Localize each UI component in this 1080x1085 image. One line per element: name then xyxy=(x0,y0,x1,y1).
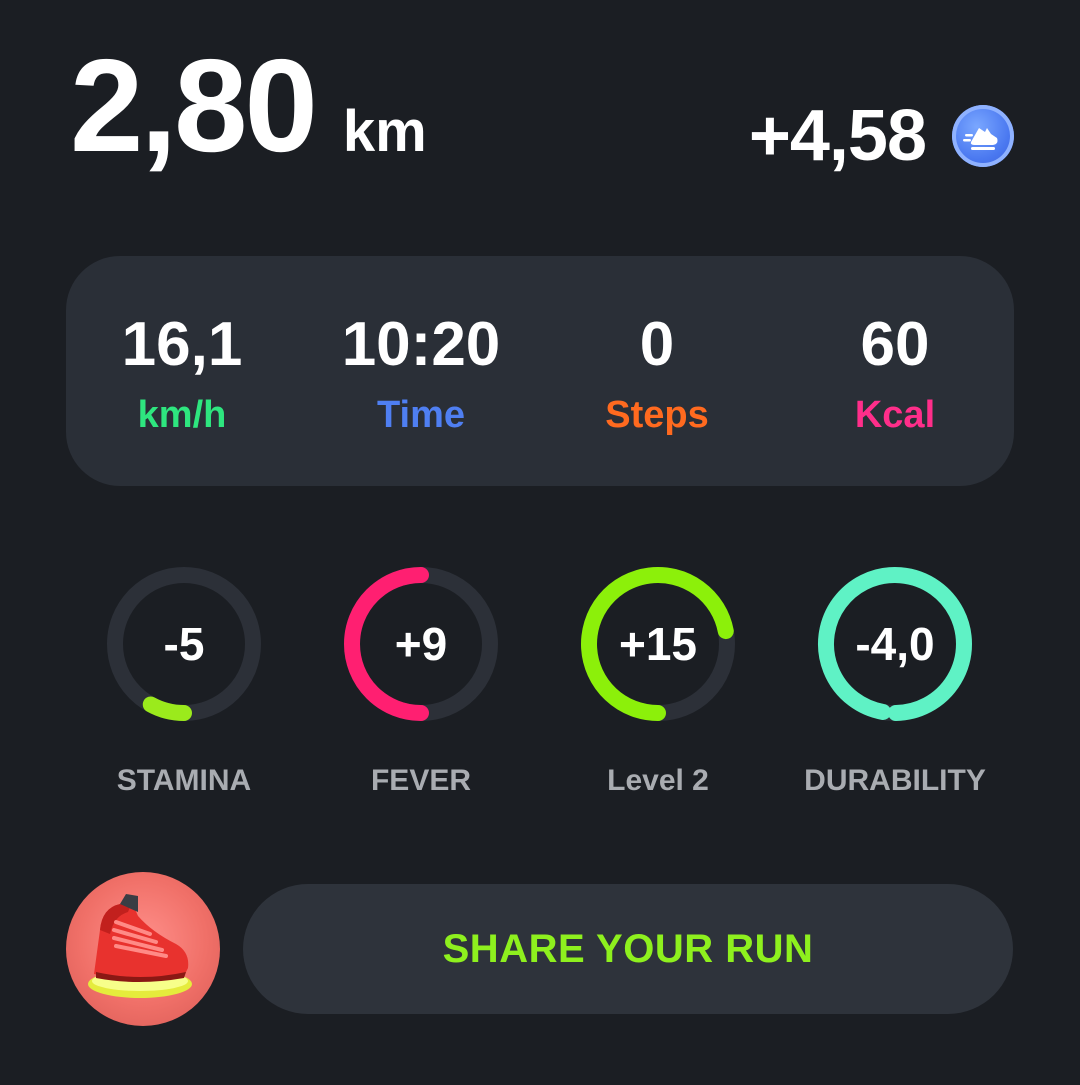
ring-label: FEVER xyxy=(370,764,472,797)
ring-value: -5 xyxy=(163,618,205,670)
sneaker-avatar[interactable] xyxy=(66,872,220,1026)
ring-value: +9 xyxy=(394,618,448,670)
stats-card: 16,1 km/h 10:20 Time 0 Steps 60 Kcal xyxy=(66,256,1014,486)
earnings-value: +4,58 xyxy=(748,96,927,176)
ring-label: STAMINA xyxy=(116,764,252,797)
stat-label: Time xyxy=(376,394,465,436)
ring-durability: -4,0 DURABILITY xyxy=(765,566,1025,798)
stat-speed: 16,1 km/h xyxy=(72,314,292,437)
stat-value: 16,1 xyxy=(121,310,243,379)
running-shoe-token-icon xyxy=(952,105,1014,167)
ring-label: DURABILITY xyxy=(804,764,986,797)
stat-label: Steps xyxy=(605,394,709,436)
ring-value: +15 xyxy=(618,618,698,670)
stat-label: Kcal xyxy=(854,394,936,436)
ring-value: -4,0 xyxy=(855,618,935,670)
stat-steps: 0 Steps xyxy=(547,314,767,437)
fever-ring: +9 xyxy=(343,566,499,722)
stat-time: 10:20 Time xyxy=(311,314,531,437)
distance-value: 2,80 xyxy=(70,32,318,179)
distance-display: 2,80 km xyxy=(70,40,427,172)
ring-stamina: -5 STAMINA xyxy=(54,566,314,798)
stat-kcal: 60 Kcal xyxy=(785,314,1005,437)
level-ring: +15 xyxy=(580,566,736,722)
red-sneaker-icon xyxy=(88,894,192,998)
earnings-display: +4,58 xyxy=(749,100,1014,172)
distance-unit: km xyxy=(342,99,427,164)
share-run-button[interactable]: SHARE YOUR RUN xyxy=(243,884,1013,1014)
stamina-ring: -5 xyxy=(106,566,262,722)
ring-label: Level 2 xyxy=(607,764,709,797)
stat-value: 60 xyxy=(860,310,930,379)
ring-fever: +9 FEVER xyxy=(291,566,551,798)
stat-value: 0 xyxy=(639,310,675,379)
stat-value: 10:20 xyxy=(341,310,501,379)
durability-ring: -4,0 xyxy=(817,566,973,722)
stat-label: km/h xyxy=(137,394,227,436)
ring-level: +15 Level 2 xyxy=(528,566,788,798)
